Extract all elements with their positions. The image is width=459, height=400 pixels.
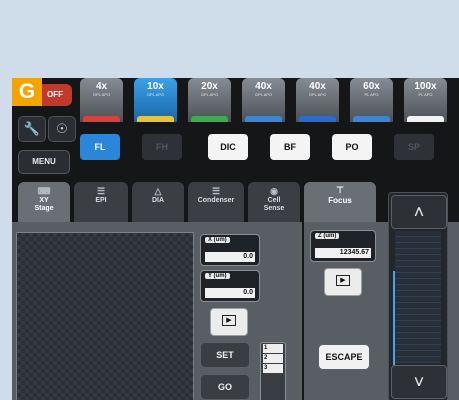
go-button[interactable]: GO [200,374,250,400]
objective-type: PL APO [418,92,433,97]
objective-color-ring [191,116,228,122]
objective-magnification: 4x [95,81,108,92]
power-off-button[interactable]: OFF [38,84,72,106]
objective-magnification: 40x [309,81,326,92]
focus-up-button[interactable]: ˄ [391,195,447,229]
objective-60x[interactable]: 60x PL APO [350,78,393,122]
objective-10x[interactable]: 10x OPL APO [134,78,177,122]
mode-fh-button[interactable]: FH [142,134,182,160]
tab-label: Cell Sense [263,197,285,212]
tab-cell-sense[interactable]: ◉ Cell Sense [248,182,300,222]
tab-label: DIA [151,197,165,204]
chevron-down-icon: ˅ [413,372,425,392]
objective-type: OPL APO [254,92,273,97]
tab-label: Condenser [197,197,235,204]
tab-xy-stage[interactable]: ⌨ XY Stage [18,182,70,222]
focus-extra-button[interactable]: ▶ [324,268,362,296]
tab-label: XY Stage [34,197,54,212]
tab-dia[interactable]: △ DIA [132,182,184,222]
wrench-icon: 🔧 [23,121,41,136]
objective-color-ring [83,116,120,122]
objective-20x[interactable]: 20x OPL APO [188,78,231,122]
chevron-up-icon: ˄ [413,202,425,222]
epi-icon: ☰ [96,186,106,196]
objective-type: PL APO [364,92,379,97]
top-background [0,0,459,78]
dia-icon: △ [154,186,162,196]
objective-color-ring [137,116,174,122]
objective-color-ring [299,116,336,122]
objective-color-ring [353,116,390,122]
mode-po-button[interactable]: PO [332,134,372,160]
condenser-icon: ☰ [211,186,221,196]
z-value: 12345.67 [315,248,371,258]
stage-icon: ⌨ [37,186,51,196]
xy-stage-panel: X (um) 0.0 Y (um) 0.0 ▶ SET GO [12,222,302,400]
memory-slot[interactable]: 1 [263,344,283,353]
play-icon: ▶ [222,315,236,326]
tab-label: EPI [95,197,107,204]
x-position-readout: X (um) 0.0 [200,234,260,266]
objective-type: OPL APO [146,92,165,97]
mode-sp-button[interactable]: SP [394,134,434,160]
objective-40x-oil[interactable]: 40x OPL APO [296,78,339,122]
objective-type: OPL APO [308,92,327,97]
mode-fl-button[interactable]: FL [80,134,120,160]
focus-track[interactable] [395,231,441,363]
tab-epi[interactable]: ☰ EPI [74,182,128,222]
set-button[interactable]: SET [200,342,250,368]
y-label: Y (um) [205,273,230,279]
objective-100x[interactable]: 100x PL APO [404,78,447,122]
x-label: X (um) [205,237,230,243]
tab-label: Focus [328,196,352,205]
stage-map[interactable] [16,232,194,400]
left-background [0,78,12,400]
objective-magnification: 20x [201,81,218,92]
tab-focus[interactable]: ⊤ Focus [304,182,376,222]
objective-40x[interactable]: 40x OPL APO [242,78,285,122]
objective-type: OPL APO [92,92,111,97]
tab-condenser[interactable]: ☰ Condenser [188,182,244,222]
focus-down-button[interactable]: ˅ [391,365,447,399]
memory-slot[interactable]: 2 [263,354,283,363]
objective-magnification: 60x [363,81,380,92]
objective-4x[interactable]: 4x OPL APO [80,78,123,122]
play-icon: ▶ [336,275,350,286]
microscope-control-panel: G OFF 🔧 ☉ MENU 4x OPL APO 10x OPL APO 20… [12,78,459,400]
objective-color-ring [245,116,282,122]
settings-button[interactable]: ☉ [48,116,76,142]
y-position-readout: Y (um) 0.0 [200,270,260,302]
mode-bf-button[interactable]: BF [270,134,310,160]
z-position-readout: Z (um) 12345.67 [310,230,376,262]
memory-slot[interactable]: 3 [263,364,283,373]
position-memory-list[interactable]: 1 2 3 [260,342,286,400]
objective-magnification: 100x [414,81,437,92]
mode-dic-button[interactable]: DIC [208,134,248,160]
camera-icon: ◉ [270,186,278,196]
z-focus-slider[interactable]: ˄ ˅ [388,192,448,400]
z-label: Z (um) [315,233,340,239]
escape-button[interactable]: ESCAPE [318,344,370,370]
figure-label: G [12,78,42,106]
tools-button[interactable]: 🔧 [18,116,46,142]
menu-button[interactable]: MENU [18,150,70,174]
y-value: 0.0 [205,288,255,298]
gauge-icon: ☉ [56,121,68,136]
focus-icon: ⊤ [336,185,344,195]
objective-type: OPL APO [200,92,219,97]
stage-extra-button[interactable]: ▶ [210,308,248,336]
objective-color-ring [407,116,444,122]
x-value: 0.0 [205,252,255,262]
objective-magnification: 40x [255,81,272,92]
objective-magnification: 10x [147,81,164,92]
